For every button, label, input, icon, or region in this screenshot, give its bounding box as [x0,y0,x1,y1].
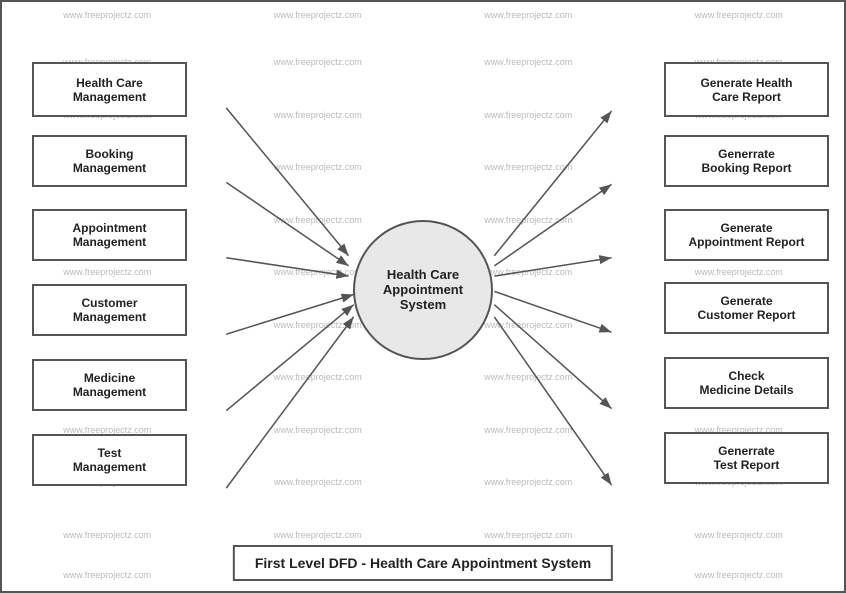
check-medicine-label: CheckMedicine Details [699,369,793,397]
title-label: First Level DFD - Health Care Appointmen… [255,555,591,571]
check-medicine-box: CheckMedicine Details [664,357,829,409]
gen-booking-report-label: GenerrateBooking Report [702,147,792,175]
gen-customer-report-label: GenerateCustomer Report [697,294,795,322]
health-care-mgmt-box: Health CareManagement [32,62,187,117]
title-box: First Level DFD - Health Care Appointmen… [233,545,613,581]
gen-customer-report-box: GenerateCustomer Report [664,282,829,334]
center-label: Health CareAppointmentSystem [383,267,463,312]
medicine-mgmt-label: MedicineManagement [73,371,146,399]
test-mgmt-label: TestManagement [73,446,146,474]
customer-mgmt-box: CustomerManagement [32,284,187,336]
gen-appointment-report-box: GenerateAppointment Report [664,209,829,261]
appointment-mgmt-box: AppointmentManagement [32,209,187,261]
customer-mgmt-label: CustomerManagement [73,296,146,324]
test-mgmt-box: TestManagement [32,434,187,486]
watermark-row-11: www.freeprojectz.comwww.freeprojectz.com… [2,530,844,540]
gen-test-report-label: GenerrateTest Report [714,444,780,472]
gen-appointment-report-label: GenerateAppointment Report [689,221,805,249]
watermark-row-1: www.freeprojectz.comwww.freeprojectz.com… [2,10,844,20]
gen-health-report-label: Generate HealthCare Report [700,76,792,104]
main-container: www.freeprojectz.comwww.freeprojectz.com… [0,0,846,593]
center-circle: Health CareAppointmentSystem [353,220,493,360]
gen-health-report-box: Generate HealthCare Report [664,62,829,117]
health-care-mgmt-label: Health CareManagement [73,76,146,104]
booking-mgmt-label: BookingManagement [73,147,146,175]
booking-mgmt-box: BookingManagement [32,135,187,187]
gen-test-report-box: GenerrateTest Report [664,432,829,484]
medicine-mgmt-box: MedicineManagement [32,359,187,411]
appointment-mgmt-label: AppointmentManagement [73,221,147,249]
gen-booking-report-box: GenerrateBooking Report [664,135,829,187]
